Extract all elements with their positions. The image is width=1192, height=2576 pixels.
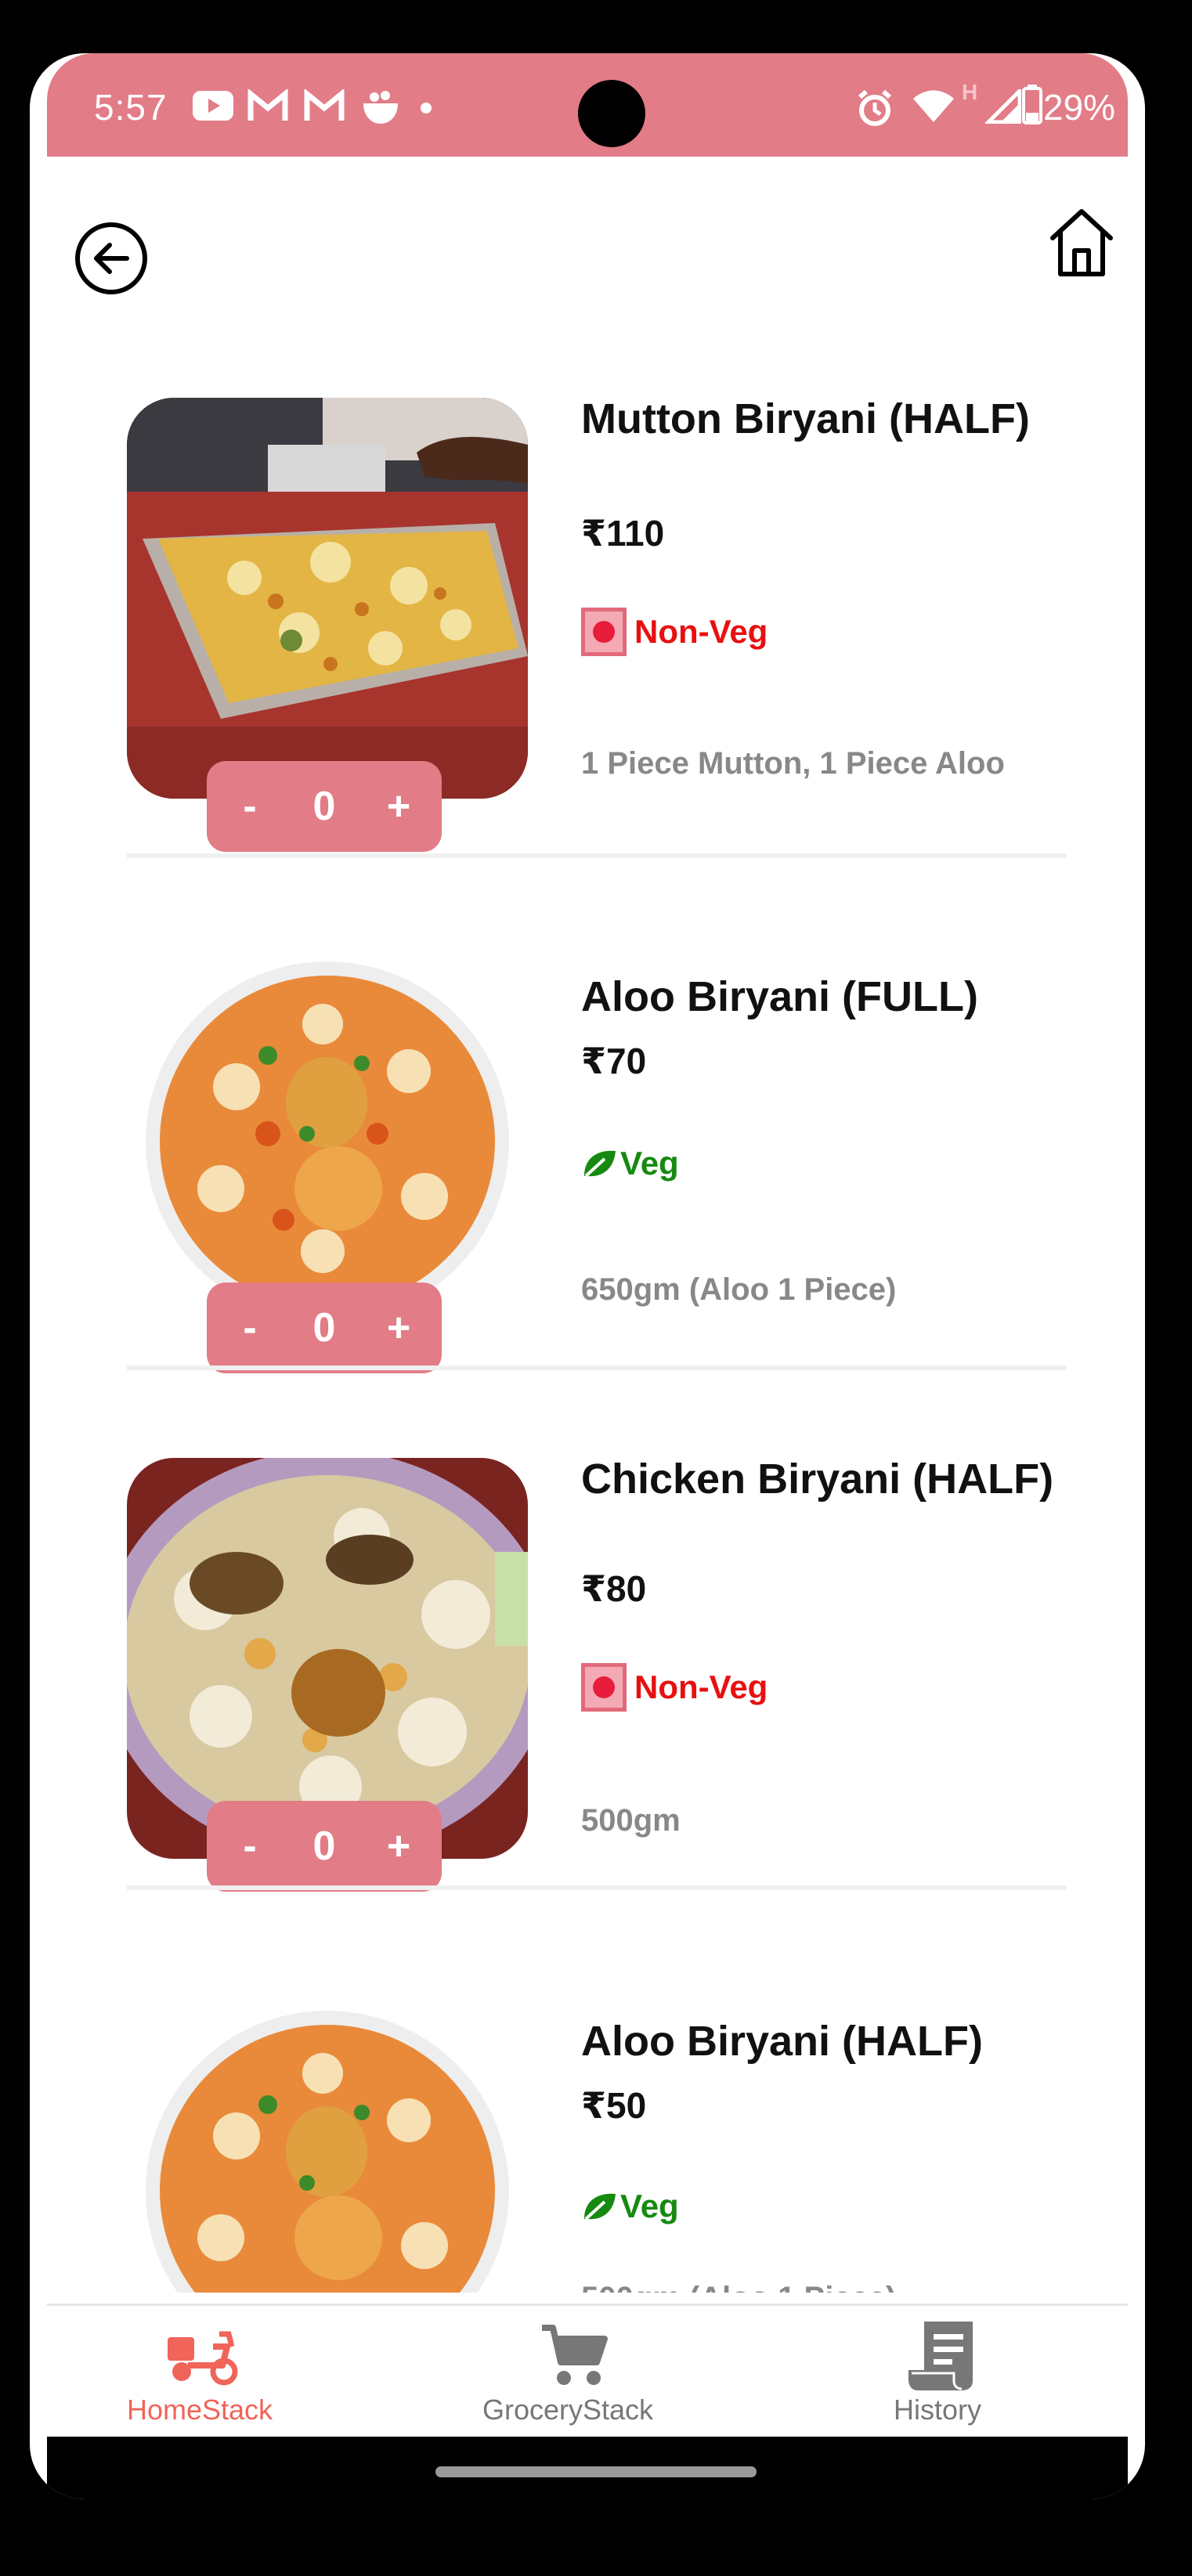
tab-history[interactable]: History	[808, 2306, 1067, 2439]
youtube-icon	[193, 91, 233, 121]
item-name: Aloo Biryani (FULL)	[581, 973, 978, 1020]
decrement-button[interactable]: -	[230, 783, 269, 830]
gmail-icon	[304, 89, 345, 121]
quantity-value: 0	[312, 784, 336, 829]
food-type-label: Non-Veg	[634, 1669, 768, 1705]
divider	[127, 1885, 1067, 1890]
back-button[interactable]	[75, 222, 147, 294]
item-price: ₹70	[581, 1041, 647, 1081]
arrow-left-icon	[94, 243, 129, 274]
quantity-value: 0	[312, 1824, 336, 1869]
item-name: Chicken Biryani (HALF)	[581, 1456, 1054, 1503]
veg-badge: Veg	[581, 2188, 679, 2225]
delivery-scooter-icon	[168, 2331, 238, 2386]
quantity-stepper[interactable]: - 0 +	[207, 1283, 442, 1373]
divider	[127, 853, 1067, 858]
gmail-icon	[247, 89, 288, 121]
menu-item: - 0 + Aloo Biryani (FULL) ₹70 Veg 650gm …	[30, 922, 1145, 1392]
mutton-biryani-image	[127, 398, 528, 799]
battery-icon	[1022, 85, 1042, 124]
item-description: 500gm (Aloo 1 Piece)	[581, 2278, 1020, 2293]
non-veg-badge: Non-Veg	[581, 1663, 768, 1712]
item-description: 650gm (Aloo 1 Piece)	[581, 1272, 897, 1307]
tab-label: GroceryStack	[482, 2394, 654, 2426]
cell-signal-icon	[985, 89, 1021, 124]
item-price: ₹50	[581, 2085, 647, 2126]
item-description: 1 Piece Mutton, 1 Piece Aloo	[581, 746, 1005, 781]
tab-label: HomeStack	[126, 2394, 273, 2426]
non-veg-icon	[581, 608, 627, 656]
camera-cutout	[578, 80, 645, 147]
decrement-button[interactable]: -	[230, 1823, 269, 1870]
tab-homestack[interactable]: HomeStack	[70, 2306, 329, 2439]
increment-button[interactable]: +	[379, 783, 418, 830]
tab-label: History	[893, 2394, 981, 2426]
leaf-icon	[584, 2193, 616, 2221]
status-time: 5:57	[94, 87, 168, 128]
non-veg-badge: Non-Veg	[581, 608, 768, 656]
app-screen: 5:57 H 29% - 0 + Mutton Biryani (HALF) ₹…	[30, 53, 1145, 2499]
item-name: Mutton Biryani (HALF)	[581, 395, 1030, 442]
item-description: 500gm	[581, 1803, 681, 1838]
notification-dot-icon	[421, 103, 432, 114]
item-name: Aloo Biryani (HALF)	[581, 2018, 983, 2065]
leaf-icon	[584, 1150, 616, 1178]
bottom-nav: HomeStack GroceryStack History	[47, 2304, 1128, 2437]
alarm-icon	[858, 89, 891, 126]
menu-item: Aloo Biryani (HALF) ₹50 Veg 500gm (Aloo …	[30, 1987, 1145, 2293]
network-type-label: H	[962, 80, 978, 104]
veg-badge: Veg	[581, 1145, 679, 1182]
item-price: ₹80	[581, 1568, 647, 1609]
menu-list[interactable]: - 0 + Mutton Biryani (HALF) ₹110 Non-Veg…	[30, 343, 1145, 2293]
food-type-label: Veg	[620, 1145, 679, 1182]
menu-item: - 0 + Chicken Biryani (HALF) ₹80 Non-Veg…	[30, 1456, 1145, 1928]
quantity-value: 0	[312, 1305, 336, 1351]
status-bar: 5:57 H 29%	[47, 53, 1128, 157]
increment-button[interactable]: +	[379, 1823, 418, 1870]
battery-percent: 29%	[1043, 87, 1116, 128]
item-price: ₹110	[581, 513, 665, 554]
receipt-icon	[908, 2322, 973, 2390]
menu-item: - 0 + Mutton Biryani (HALF) ₹110 Non-Veg…	[30, 395, 1145, 868]
home-icon[interactable]	[1048, 207, 1115, 279]
food-app-icon	[363, 91, 398, 124]
phone-frame: 5:57 H 29% - 0 + Mutton Biryani (HALF) ₹…	[0, 0, 1192, 2576]
quantity-stepper[interactable]: - 0 +	[207, 1801, 442, 1892]
food-type-label: Non-Veg	[634, 613, 768, 650]
increment-button[interactable]: +	[379, 1304, 418, 1351]
aloo-biryani-image	[127, 2003, 528, 2293]
decrement-button[interactable]: -	[230, 1304, 269, 1351]
wifi-icon	[913, 90, 954, 122]
non-veg-icon	[581, 1663, 627, 1712]
quantity-stepper[interactable]: - 0 +	[207, 761, 442, 852]
gesture-handle[interactable]	[435, 2466, 757, 2477]
chicken-biryani-image	[127, 1458, 528, 1859]
food-type-label: Veg	[620, 2188, 679, 2224]
divider	[127, 1366, 1067, 1370]
cart-icon	[542, 2325, 608, 2385]
tab-grocerystack[interactable]: GroceryStack	[439, 2306, 697, 2439]
